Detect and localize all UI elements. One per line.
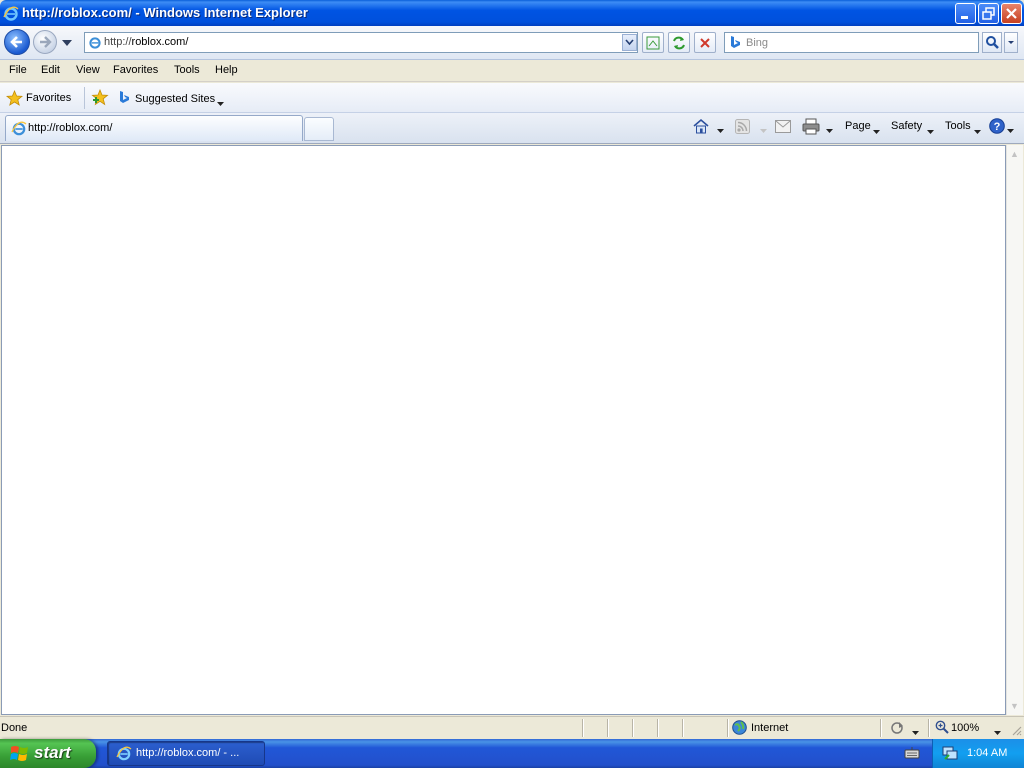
address-prefix: http://: [104, 36, 132, 48]
windows-logo-icon: [10, 744, 30, 765]
window-title: http://roblox.com/ - Windows Internet Ex…: [22, 5, 308, 20]
read-mail-icon[interactable]: [775, 120, 791, 136]
add-to-favorites-bar-icon[interactable]: [91, 88, 109, 109]
bing-icon: [729, 35, 741, 52]
status-divider: [582, 719, 583, 737]
start-label: start: [34, 743, 71, 762]
tab-page-icon: [11, 120, 27, 139]
tools-menu-button[interactable]: Tools: [945, 120, 971, 132]
stop-button[interactable]: [694, 32, 716, 53]
protected-mode-icon[interactable]: [890, 720, 907, 738]
status-divider: [682, 719, 683, 737]
search-options-icon[interactable]: [1004, 32, 1018, 53]
print-icon[interactable]: [802, 118, 820, 138]
status-bar: [0, 716, 1024, 739]
clock[interactable]: 1:04 AM: [967, 747, 1007, 759]
favorites-star-icon: [5, 89, 24, 109]
safety-menu-button[interactable]: Safety: [891, 120, 922, 132]
status-divider: [607, 719, 608, 737]
safety-dropdown-icon: [927, 125, 934, 137]
address-dropdown-icon[interactable]: [622, 34, 637, 51]
back-button[interactable]: [4, 29, 30, 55]
keyboard-icon[interactable]: [904, 746, 920, 763]
favorites-button[interactable]: Favorites: [26, 92, 71, 104]
refresh-button[interactable]: [668, 32, 690, 53]
minimize-button[interactable]: [955, 3, 976, 24]
taskbar-item-label: http://roblox.com/ - ...: [136, 747, 240, 759]
feeds-icon[interactable]: [735, 119, 750, 137]
status-text: Done: [1, 722, 28, 734]
status-divider: [727, 719, 728, 737]
zoom-icon[interactable]: [935, 720, 949, 737]
print-dropdown-icon[interactable]: [826, 124, 833, 136]
suggested-sites-dropdown-icon[interactable]: [217, 97, 224, 109]
tools-dropdown-icon: [974, 125, 981, 137]
menu-favorites[interactable]: Favorites: [113, 64, 158, 76]
restore-button[interactable]: [978, 3, 999, 24]
suggested-sites-button[interactable]: Suggested Sites: [135, 93, 215, 105]
new-tab-button[interactable]: [304, 117, 334, 141]
forward-button[interactable]: [33, 30, 57, 54]
vertical-scrollbar[interactable]: [1006, 145, 1023, 715]
tab-title: http://roblox.com/: [28, 122, 113, 134]
status-divider: [657, 719, 658, 737]
menu-file[interactable]: File: [9, 64, 27, 76]
scroll-up-icon[interactable]: ▲: [1006, 146, 1023, 162]
status-divider: [880, 719, 881, 737]
taskbar-ie-icon: [116, 745, 132, 764]
feeds-dropdown-icon: [760, 124, 767, 136]
page-dropdown-icon: [873, 125, 880, 137]
page-icon: [88, 35, 102, 52]
address-host: roblox.com/: [131, 36, 189, 48]
menu-tools[interactable]: Tools: [174, 64, 200, 76]
internet-zone-icon: [732, 720, 747, 738]
address-input[interactable]: http://roblox.com/: [104, 36, 188, 48]
compatibility-view-button[interactable]: [642, 32, 664, 53]
home-icon[interactable]: [692, 117, 710, 138]
suggested-sites-icon: [118, 90, 130, 108]
scroll-down-icon[interactable]: ▼: [1006, 698, 1023, 714]
security-zone-label: Internet: [751, 722, 789, 734]
zoom-dropdown-icon[interactable]: [994, 726, 1001, 738]
zoom-level[interactable]: 100%: [951, 722, 979, 734]
search-button[interactable]: [982, 32, 1002, 53]
status-divider: [632, 719, 633, 737]
help-dropdown-icon[interactable]: [1007, 124, 1014, 136]
svg-text:?: ?: [994, 121, 1001, 133]
menu-help[interactable]: Help: [215, 64, 238, 76]
menu-edit[interactable]: Edit: [41, 64, 60, 76]
status-divider: [928, 719, 929, 737]
network-tray-icon[interactable]: [942, 745, 958, 764]
help-icon[interactable]: ?: [989, 118, 1005, 137]
home-dropdown-icon[interactable]: [717, 124, 724, 136]
close-button[interactable]: [1001, 3, 1022, 24]
page-menu-button[interactable]: Page: [845, 120, 871, 132]
page-content[interactable]: [1, 145, 1006, 715]
search-input[interactable]: Bing: [746, 37, 768, 49]
menu-view[interactable]: View: [76, 64, 100, 76]
favbar-divider: [84, 87, 85, 109]
protected-mode-dropdown-icon[interactable]: [912, 726, 919, 738]
ie-logo-icon: [3, 5, 19, 24]
recent-pages-dropdown-icon[interactable]: [61, 38, 73, 50]
resize-grip-icon[interactable]: [1010, 724, 1022, 739]
